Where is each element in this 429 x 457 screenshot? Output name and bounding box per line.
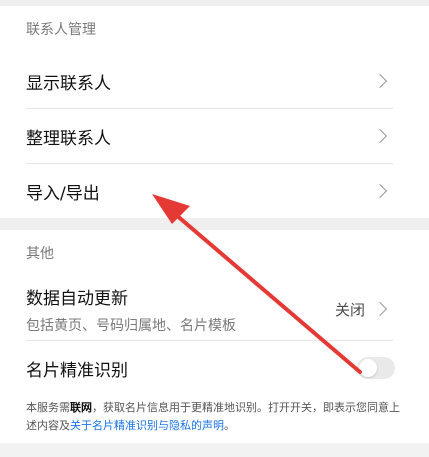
notice-prefix: 本服务需 xyxy=(26,401,70,414)
row-organize-contacts-label: 整理联系人 xyxy=(26,128,111,149)
toggle-knob xyxy=(359,359,377,377)
notice-suffix: 。 xyxy=(224,419,235,432)
row-import-export-label: 导入/导出 xyxy=(26,183,100,204)
auto-update-state: 关闭 xyxy=(334,300,365,319)
section-header-other: 其他 xyxy=(26,246,54,262)
notice-bold: 联网 xyxy=(70,401,92,414)
chevron-right-icon xyxy=(372,128,388,144)
row-auto-update[interactable]: 数据自动更新 包括黄页、号码归属地、名片模板 关闭 xyxy=(26,278,393,341)
auto-update-label: 数据自动更新 xyxy=(26,288,128,309)
section-header-contacts: 联系人管理 xyxy=(26,22,96,38)
section-gap xyxy=(0,218,429,230)
card-recognition-label: 名片精准识别 xyxy=(26,360,128,381)
row-import-export[interactable]: 导入/导出 xyxy=(26,164,393,218)
row-card-recognition[interactable]: 名片精准识别 xyxy=(26,341,395,395)
auto-update-subtitle: 包括黄页、号码归属地、名片模板 xyxy=(26,317,236,334)
contacts-management-card: 联系人管理 显示联系人 整理联系人 导入/导出 xyxy=(0,6,429,218)
row-display-contacts[interactable]: 显示联系人 xyxy=(26,54,393,109)
card-recognition-notice: 本服务需联网，获取名片信息用于更精准地识别。打开开关，即表示您同意上述内容及关于… xyxy=(0,395,429,443)
privacy-statement-link[interactable]: 关于名片精准识别与隐私的声明 xyxy=(70,419,224,432)
row-display-contacts-label: 显示联系人 xyxy=(26,73,111,94)
chevron-right-icon xyxy=(372,301,388,317)
chevron-right-icon xyxy=(372,183,388,199)
row-organize-contacts[interactable]: 整理联系人 xyxy=(26,109,393,164)
chevron-right-icon xyxy=(372,73,388,89)
card-recognition-toggle[interactable] xyxy=(357,357,395,379)
other-card: 其他 数据自动更新 包括黄页、号码归属地、名片模板 关闭 名片精准识别 本服务需… xyxy=(0,230,429,443)
